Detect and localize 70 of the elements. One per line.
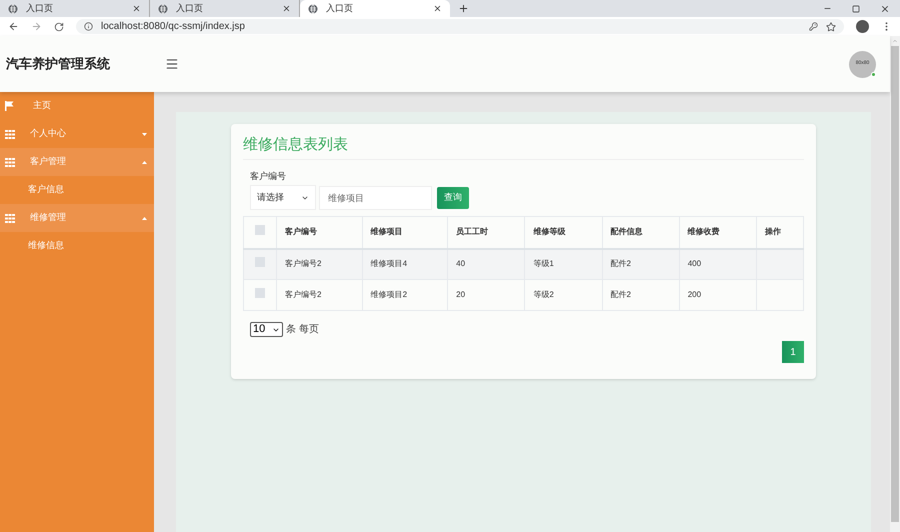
star-icon[interactable] <box>826 22 836 32</box>
globe-icon <box>308 4 318 14</box>
search-button[interactable]: 查询 <box>437 186 469 208</box>
column-header: 客户编号 <box>276 216 362 248</box>
sidebar-subitem[interactable]: 客户信息 <box>0 176 154 204</box>
grid-icon <box>5 130 15 138</box>
page-size-select[interactable]: 10 <box>250 322 283 337</box>
globe-icon <box>8 4 18 14</box>
checkbox[interactable] <box>255 288 265 298</box>
browser-tab[interactable]: 入口页 <box>300 0 450 17</box>
close-window-icon[interactable] <box>880 4 890 14</box>
close-icon[interactable] <box>132 4 141 13</box>
grid-icon <box>5 214 15 222</box>
tab-title: 入口页 <box>26 2 54 15</box>
info-icon <box>84 22 93 31</box>
reload-icon[interactable] <box>54 22 64 32</box>
customer-select[interactable]: 请选择 <box>250 185 316 210</box>
table-cell: 200 <box>688 290 702 299</box>
checkbox[interactable] <box>255 225 265 236</box>
table-cell: 客户编号2 <box>285 259 322 268</box>
card-title: 维修信息表列表 <box>243 134 804 160</box>
sidebar-subitem[interactable]: 维修信息 <box>0 232 154 260</box>
menu-icon[interactable] <box>165 57 179 71</box>
sidebar-label: 个人中心 <box>30 127 67 140</box>
table-cell: 维修项目4 <box>370 259 408 268</box>
app-title: 汽车养护管理系统 <box>6 55 111 74</box>
search-field[interactable]: 维修项目 <box>319 186 432 210</box>
address-bar[interactable]: localhost:8080/qc-ssmj/index.jsp <box>76 19 844 34</box>
sidebar-item[interactable]: 维修管理 <box>0 204 154 232</box>
tab-title: 入口页 <box>326 2 354 15</box>
key-icon[interactable] <box>809 22 818 31</box>
table-cell: 配件2 <box>610 259 631 268</box>
table-cell: 客户编号2 <box>285 290 322 299</box>
table-cell: 400 <box>688 259 702 268</box>
sidebar-item[interactable]: 个人中心 <box>0 120 154 148</box>
table-cell: 40 <box>456 259 466 268</box>
flag-icon <box>5 101 15 111</box>
close-icon[interactable] <box>282 4 291 13</box>
url-text: localhost:8080/qc-ssmj/index.jsp <box>101 20 246 34</box>
table-cell: 等级2 <box>533 290 554 299</box>
table-cell: 维修项目2 <box>370 290 408 299</box>
table-cell: 20 <box>456 290 466 299</box>
sidebar-label: 维修管理 <box>30 211 67 224</box>
caret-up-icon <box>142 160 147 164</box>
scrollbar[interactable] <box>890 36 900 532</box>
new-tab-icon[interactable] <box>458 3 469 14</box>
sidebar-label: 客户管理 <box>30 155 67 168</box>
sidebar-item[interactable]: 客户管理 <box>0 148 154 176</box>
restore-icon[interactable] <box>852 5 860 13</box>
close-icon[interactable] <box>433 4 442 13</box>
grid-icon <box>5 158 15 166</box>
filter-label: 客户编号 <box>250 170 287 182</box>
caret-up-icon <box>142 216 147 220</box>
sidebar-item[interactable]: 主页 <box>0 92 154 120</box>
column-header: 配件信息 <box>602 216 680 248</box>
profile-icon[interactable] <box>856 20 869 33</box>
table-cell: 等级1 <box>533 259 554 268</box>
column-header: 维修收费 <box>679 216 756 248</box>
page-button[interactable]: 1 <box>782 341 804 363</box>
sidebar-label: 主页 <box>32 99 52 112</box>
column-header: 员工工时 <box>448 216 525 248</box>
back-icon[interactable] <box>8 21 19 32</box>
tab-title: 入口页 <box>176 2 204 15</box>
caret-down-icon <box>142 132 147 136</box>
column-header: 操作 <box>756 216 804 248</box>
column-header: 维修项目 <box>362 216 448 248</box>
column-header: 维修等级 <box>524 216 602 248</box>
table-cell: 配件2 <box>610 290 631 299</box>
globe-icon <box>158 4 168 14</box>
page-size-label: 条 每页 <box>286 323 319 337</box>
